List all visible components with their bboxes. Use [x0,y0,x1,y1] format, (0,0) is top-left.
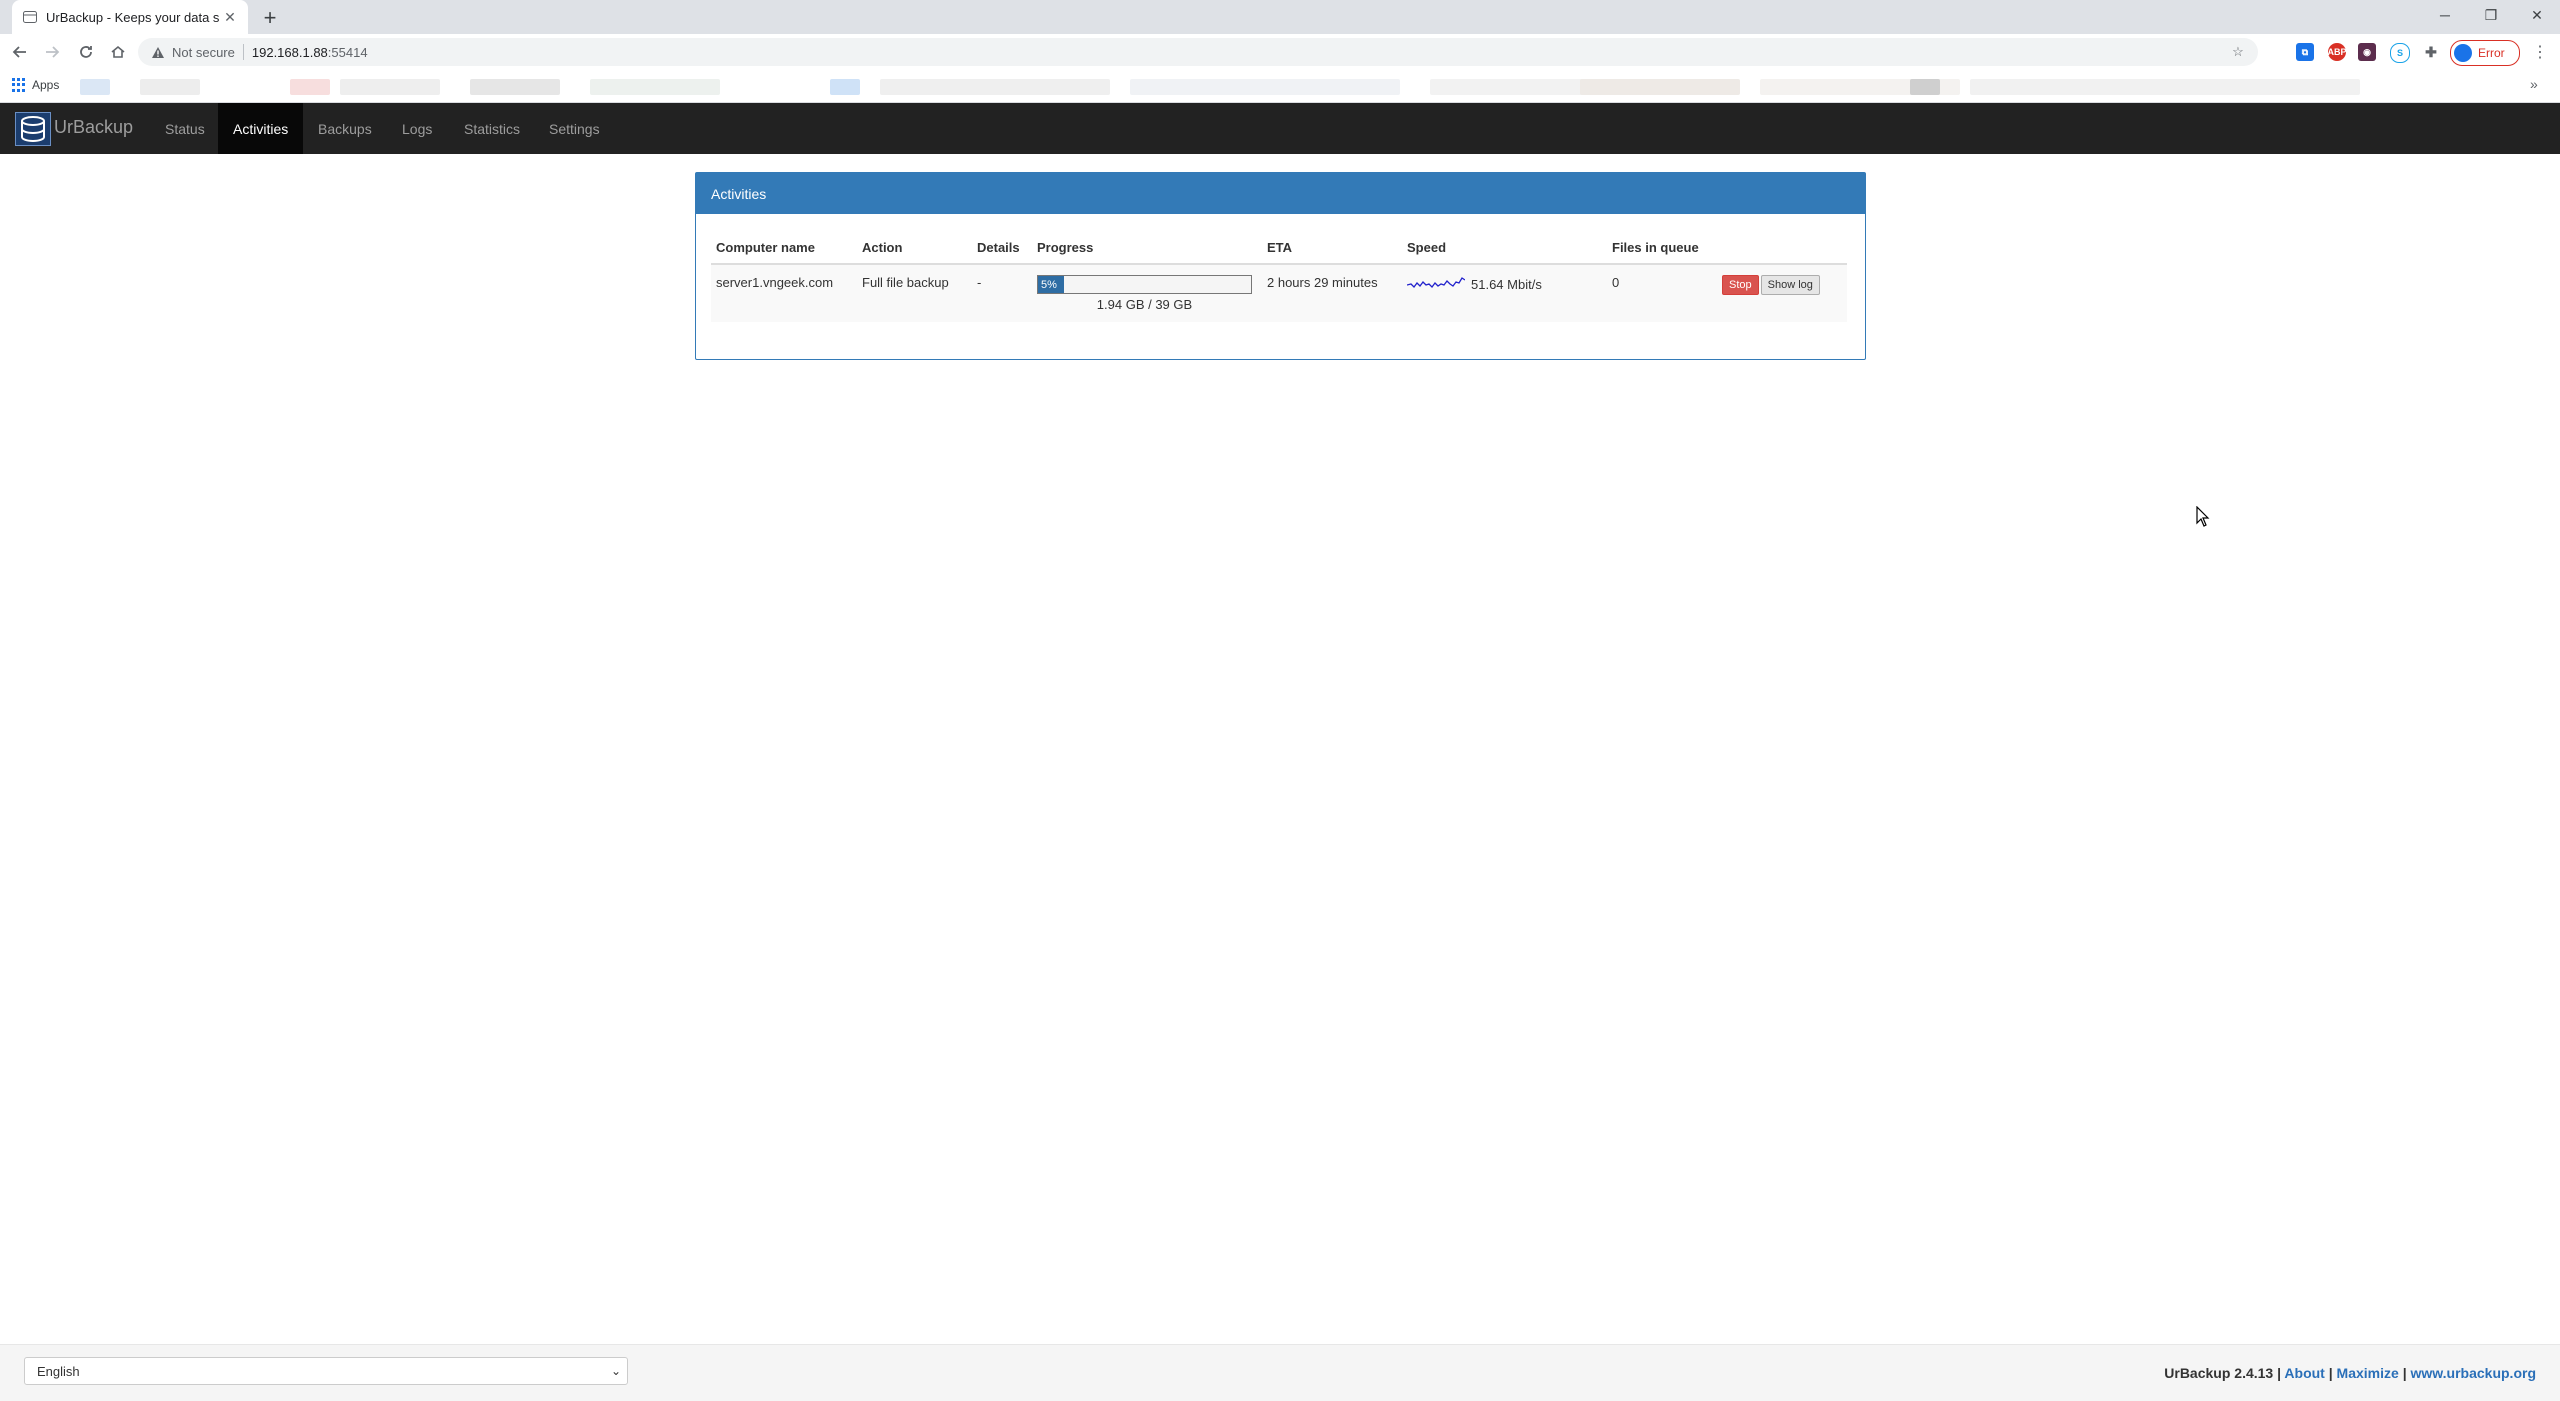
extension-copy-icon[interactable]: ⧉ [2296,43,2314,61]
apps-label: Apps [32,78,60,92]
col-progress: Progress [1032,239,1262,265]
bookmark-item[interactable] [1970,79,2360,95]
apps-shortcut[interactable]: Apps [12,78,59,92]
nav-statistics[interactable]: Statistics [449,103,535,154]
reload-icon[interactable] [74,40,98,64]
home-icon[interactable] [106,40,130,64]
panel-title: Activities [696,173,1865,214]
col-eta: ETA [1262,239,1402,265]
website-link[interactable]: www.urbackup.org [2411,1365,2537,1381]
version-label: UrBackup 2.4.13 [2164,1365,2274,1381]
browser-toolbar: Not secure 192.168.1.88 :55414 ☆ ⧉ ABP ◉… [0,34,2560,70]
bookmark-star-icon[interactable]: ☆ [2230,44,2246,60]
not-secure-label: Not secure [172,44,235,60]
bookmark-item[interactable] [1910,79,1940,95]
cell-files-in-queue: 0 [1607,264,1717,322]
bookmark-item[interactable] [1130,79,1400,95]
minimize-icon[interactable]: ─ [2422,0,2468,30]
table-header-row: Computer name Action Details Progress ET… [711,239,1847,265]
nav-logs[interactable]: Logs [387,103,447,154]
more-bookmarks-icon[interactable]: » [2530,76,2538,92]
speed-value: 51.64 Mbit/s [1471,276,1542,292]
browser-tab[interactable]: UrBackup - Keeps your data safe ✕ [12,0,248,34]
page-favicon-icon [22,9,38,25]
cell-eta: 2 hours 29 minutes [1262,264,1402,322]
bookmarks-bar: Apps » [0,70,2560,103]
tab-title: UrBackup - Keeps your data safe [46,9,220,25]
close-window-icon[interactable]: ✕ [2514,0,2560,30]
profile-error-button[interactable]: Error [2450,40,2520,66]
progress-fill: 5% [1038,276,1064,293]
close-tab-icon[interactable]: ✕ [220,7,240,27]
back-icon[interactable] [8,40,32,64]
cell-progress: 5% 1.94 GB / 39 GB [1032,264,1262,322]
browser-menu-icon[interactable]: ⋮ [2530,40,2550,64]
bookmark-item[interactable] [830,79,860,95]
maximize-link[interactable]: Maximize [2337,1365,2399,1381]
extension-adblock-icon[interactable]: ABP [2328,43,2347,61]
bookmark-item[interactable] [340,79,440,95]
footer-separator: | [2328,1365,2333,1381]
col-files-in-queue: Files in queue [1607,239,1717,265]
language-select[interactable]: English ⌄ [24,1357,628,1385]
bookmark-item[interactable] [1580,79,1740,95]
chevron-down-icon: ⌄ [610,1364,621,1378]
address-divider [242,44,244,60]
brand-name[interactable]: UrBackup [54,117,133,138]
profile-error-label: Error [2478,46,2505,60]
cell-speed: 51.64 Mbit/s [1402,264,1607,322]
bookmark-item[interactable] [590,79,720,95]
stop-button[interactable]: Stop [1722,275,1759,295]
col-details: Details [972,239,1032,265]
col-speed: Speed [1402,239,1607,265]
bookmark-item[interactable] [80,79,110,95]
col-actions [1717,239,1847,265]
progress-bar: 5% [1037,275,1252,294]
extension-sync-icon[interactable]: S [2390,43,2410,63]
activities-panel: Activities Computer name Action Details … [695,172,1866,360]
speed-sparkline-icon [1407,277,1465,288]
forward-icon[interactable] [40,40,64,64]
warning-icon[interactable] [150,44,166,60]
bookmark-item[interactable] [880,79,1110,95]
footer-separator: | [2402,1365,2407,1381]
progress-size: 1.94 GB / 39 GB [1096,297,1193,312]
cell-details: - [972,264,1032,322]
urbackup-logo-icon[interactable] [15,112,51,146]
bookmark-item[interactable] [470,79,560,95]
footer-separator: | [2277,1365,2282,1381]
url-port: :55414 [327,44,368,60]
nav-status[interactable]: Status [150,103,220,154]
bookmark-item[interactable] [140,79,200,95]
about-link[interactable]: About [2284,1365,2324,1381]
col-computer-name: Computer name [711,239,857,265]
col-action: Action [857,239,972,265]
table-row: server1.vngeek.com Full file backup - 5%… [711,264,1847,322]
nav-settings[interactable]: Settings [534,103,615,154]
extensions-puzzle-icon[interactable]: ✚ [2422,43,2440,61]
profile-avatar-icon [2454,44,2472,62]
new-tab-button[interactable]: + [258,5,282,30]
apps-grid-icon [12,78,26,92]
nav-backups[interactable]: Backups [303,103,387,154]
bookmark-item[interactable] [290,79,330,95]
extension-camera-icon[interactable]: ◉ [2358,43,2376,61]
show-log-button[interactable]: Show log [1760,275,1820,295]
restore-icon[interactable]: ❐ [2468,0,2514,30]
footer-links: UrBackup 2.4.13 | About | Maximize | www… [2164,1365,2536,1381]
app-navbar: UrBackup Status Activities Backups Logs … [0,103,2560,154]
browser-tabstrip: UrBackup - Keeps your data safe ✕ + ─ ❐ … [0,0,2560,34]
page-footer: English ⌄ UrBackup 2.4.13 | About | Maxi… [0,1344,2560,1401]
activities-table: Computer name Action Details Progress ET… [711,239,1847,322]
cell-computer-name: server1.vngeek.com [711,264,857,322]
url-host: 192.168.1.88 [251,44,328,60]
cell-actions: Stop Show log [1717,264,1847,322]
nav-activities[interactable]: Activities [218,103,304,154]
mouse-cursor-icon [2196,506,2210,527]
address-bar[interactable]: Not secure 192.168.1.88 :55414 ☆ [138,38,2258,66]
cell-action: Full file backup [857,264,972,322]
language-selected: English [37,1363,80,1379]
